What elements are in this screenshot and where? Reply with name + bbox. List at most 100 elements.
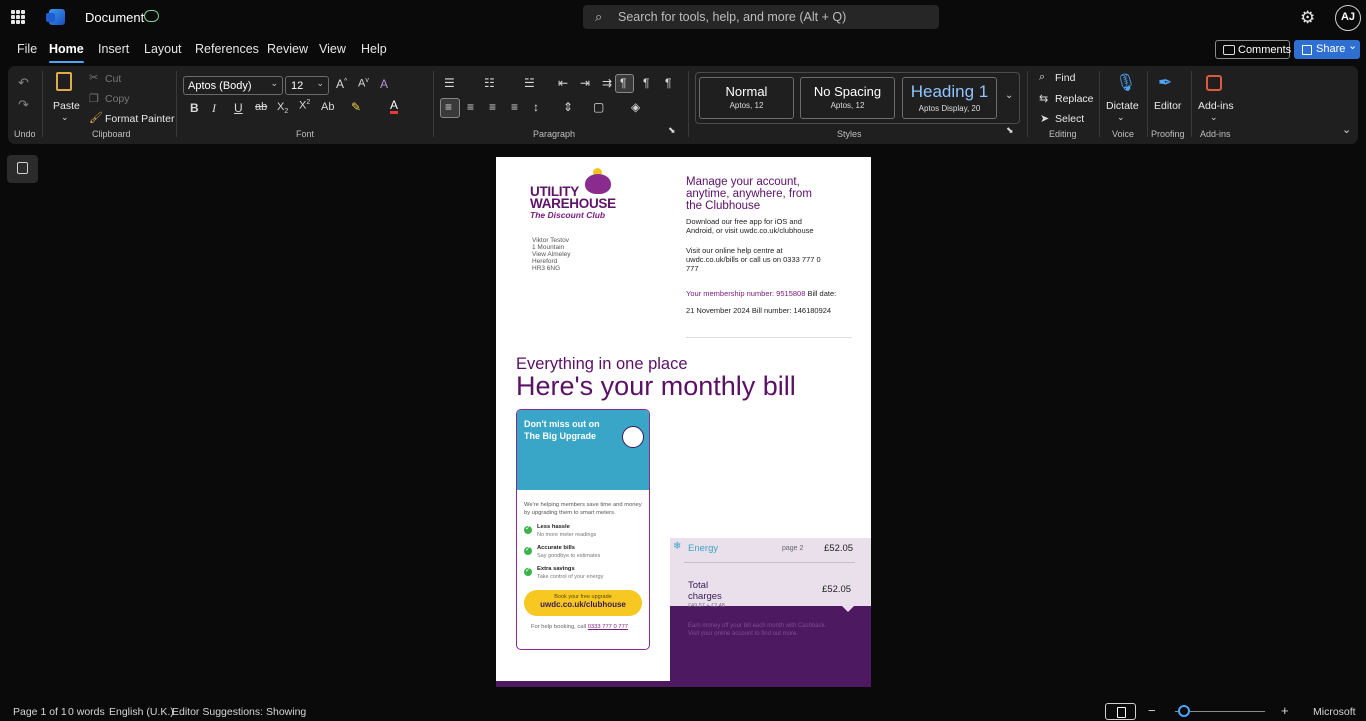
- underline-icon[interactable]: U: [234, 101, 243, 115]
- font-family-select[interactable]: Aptos (Body) ⌄: [183, 76, 283, 95]
- page-count[interactable]: Page 1 of 1: [13, 706, 67, 718]
- check-icon: [524, 566, 532, 576]
- tab-review[interactable]: Review: [267, 42, 308, 56]
- styles-dialog-icon[interactable]: ⬊: [1006, 125, 1014, 136]
- proofing-group-label: Proofing: [1151, 129, 1185, 139]
- copy-button[interactable]: Copy: [105, 93, 130, 105]
- paragraph-dialog-icon[interactable]: ⬊: [668, 125, 676, 136]
- bullets-icon[interactable]: ☰: [444, 76, 455, 90]
- clear-formatting-icon[interactable]: A: [380, 77, 388, 91]
- cashback-text: Earn money off your bill each month with…: [688, 623, 827, 637]
- align-center-icon[interactable]: ≡: [467, 100, 474, 114]
- find-button[interactable]: Find: [1055, 72, 1075, 84]
- word-count[interactable]: 0 words: [68, 706, 105, 718]
- multilevel-list-icon[interactable]: ☱: [524, 76, 535, 90]
- redo-icon[interactable]: ↷: [18, 97, 29, 113]
- style-heading-1[interactable]: Heading 1 Aptos Display, 20: [902, 77, 997, 119]
- app-launcher-icon[interactable]: [11, 10, 25, 24]
- zoom-in-icon[interactable]: +: [1281, 703, 1289, 718]
- total-amount: £52.05: [822, 584, 852, 595]
- chevron-down-icon[interactable]: ⌄: [1210, 112, 1218, 123]
- print-layout-button[interactable]: [1105, 703, 1136, 720]
- check-icon: [524, 524, 532, 534]
- ltr-icon[interactable]: ⇉: [602, 76, 612, 90]
- styles-more-icon[interactable]: ⌄: [1005, 90, 1013, 101]
- addins-button[interactable]: Add-ins: [1198, 100, 1234, 112]
- style-name: Normal: [725, 84, 768, 99]
- superscript-icon[interactable]: X2: [299, 99, 310, 112]
- undo-group-label: Undo: [14, 129, 36, 139]
- document-page[interactable]: UTILITY WAREHOUSE The Discount Club Vikto…: [496, 157, 871, 687]
- strikethrough-icon[interactable]: ab: [255, 101, 267, 113]
- zoom-slider-thumb[interactable]: [1178, 705, 1190, 717]
- tab-help[interactable]: Help: [361, 42, 387, 56]
- address-line: 1 Mountain: [532, 244, 565, 251]
- tab-view[interactable]: View: [319, 42, 346, 56]
- style-sub: Aptos, 12: [830, 101, 865, 110]
- align-left-icon: ≡: [445, 100, 453, 114]
- numbering-icon[interactable]: ☷: [484, 76, 495, 90]
- cashback-banner: [670, 606, 871, 687]
- highlight-icon[interactable]: ✎: [351, 100, 361, 114]
- align-right-icon[interactable]: ≡: [489, 100, 496, 114]
- format-painter-button[interactable]: Format Painter: [105, 113, 174, 125]
- tab-insert[interactable]: Insert: [98, 42, 129, 56]
- style-normal[interactable]: Normal Aptos, 12: [699, 77, 794, 119]
- shrink-font-icon[interactable]: Av: [358, 77, 369, 90]
- select-button[interactable]: Select: [1055, 113, 1084, 125]
- font-size-value: 12: [291, 80, 304, 92]
- paragraph-spacing-icon[interactable]: ⇕: [563, 100, 573, 114]
- avatar[interactable]: AJ: [1335, 5, 1361, 31]
- footer-strip: [496, 681, 871, 687]
- zoom-out-icon[interactable]: −: [1148, 703, 1156, 718]
- editor-suggestions[interactable]: Editor Suggestions: Showing: [172, 706, 306, 718]
- logo-tagline: The Discount Club: [530, 210, 606, 220]
- tab-home[interactable]: Home: [49, 42, 84, 63]
- font-size-select[interactable]: 12 ⌄: [285, 76, 329, 95]
- subscript-icon[interactable]: X2: [277, 101, 288, 115]
- energy-icon: ❄: [673, 541, 682, 552]
- font-color-icon[interactable]: A: [390, 99, 399, 114]
- menu-bar: File Home Insert Layout References Revie…: [0, 38, 1366, 63]
- address-line: HR3 6NG: [532, 265, 561, 272]
- book-upgrade-button: Book your free upgrade uwdc.co.uk/clubho…: [524, 590, 642, 616]
- chevron-down-icon[interactable]: ⌄: [1117, 112, 1125, 123]
- style-no-spacing[interactable]: No Spacing Aptos, 12: [800, 77, 895, 119]
- person-illustration-icon: [622, 426, 644, 448]
- replace-button[interactable]: Replace: [1055, 93, 1094, 105]
- shading-icon[interactable]: ◈: [631, 100, 640, 114]
- ribbon-collapse-chevron-icon[interactable]: ⌄: [1342, 123, 1351, 136]
- paste-button[interactable]: Paste: [53, 100, 80, 112]
- tab-file[interactable]: File: [17, 42, 37, 56]
- dictate-button[interactable]: Dictate: [1106, 100, 1139, 112]
- tab-references[interactable]: References: [195, 42, 259, 56]
- navigation-pane-button[interactable]: [7, 155, 38, 183]
- increase-indent-icon[interactable]: ⇥: [580, 76, 590, 90]
- cut-button[interactable]: Cut: [105, 73, 121, 85]
- language[interactable]: English (U.K.): [109, 706, 174, 718]
- energy-label: Energy: [688, 543, 719, 554]
- bold-icon[interactable]: B: [190, 101, 199, 115]
- document-title[interactable]: Document: [85, 10, 144, 25]
- paste-icon[interactable]: [56, 72, 72, 91]
- editor-button[interactable]: Editor: [1154, 100, 1181, 112]
- paragraph-mark-icon[interactable]: ¶: [665, 76, 671, 90]
- divider: [1027, 71, 1028, 137]
- grow-font-icon[interactable]: A^: [336, 77, 347, 91]
- search-icon: ⌕: [595, 9, 603, 24]
- rtl-icon[interactable]: ¶: [643, 76, 649, 90]
- share-button[interactable]: Share: [1294, 39, 1360, 59]
- undo-icon[interactable]: ↶: [18, 75, 29, 91]
- settings-gear-icon[interactable]: ⚙: [1300, 8, 1315, 28]
- italic-icon[interactable]: I: [212, 101, 216, 116]
- decrease-indent-icon[interactable]: ⇤: [558, 76, 568, 90]
- tab-layout[interactable]: Layout: [144, 42, 182, 56]
- paste-chevron-icon[interactable]: ⌄: [61, 112, 69, 123]
- line-spacing-icon[interactable]: ↕: [533, 100, 539, 114]
- borders-icon[interactable]: ▢: [593, 100, 604, 114]
- justify-icon[interactable]: ≡: [511, 100, 518, 114]
- search-box[interactable]: ⌕ Search for tools, help, and more (Alt …: [583, 5, 939, 29]
- comments-button[interactable]: Comments: [1215, 40, 1291, 59]
- total-label-2: charges: [688, 591, 722, 602]
- change-case-icon[interactable]: Ab: [321, 101, 334, 113]
